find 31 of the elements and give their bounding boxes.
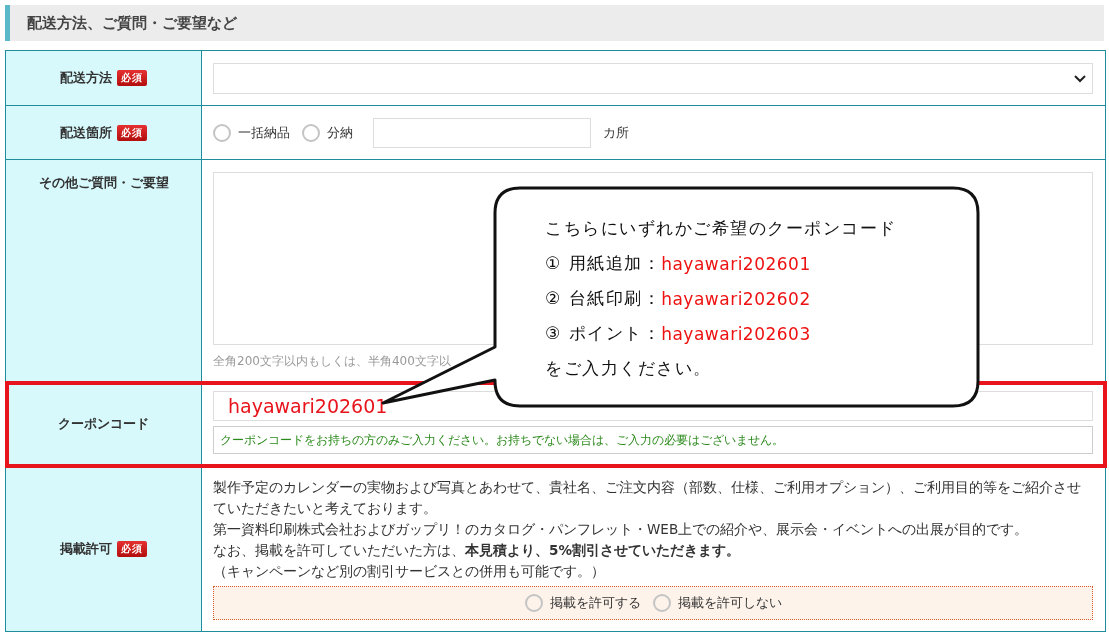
radio-button[interactable]: 分納 (302, 124, 353, 142)
field-label: 配送箇所 (60, 123, 112, 142)
coupon-type-label: ② 台紙印刷： (545, 287, 662, 310)
coupon-code: hayawari202601 (661, 253, 811, 274)
chevron-icon (1074, 74, 1086, 83)
required-badge: 必須 (117, 124, 147, 141)
required-badge: 必須 (117, 70, 147, 86)
hint-text: 全角200文字以内もしくは、半角400文字以 (213, 353, 451, 370)
coupon-note: クーポンコードをお持ちの方のみご入力ください。お持ちでない場合は、ご入力の必要はございません。 (213, 426, 1093, 454)
description-text: 製作予定のカレンダーの実物および写真とあわせて、貴社名、ご注文内容（部数、仕様、ご利用オプション）、ご利用目的等をご紹介させていただきたいと考えております。 (213, 478, 1082, 518)
count-input[interactable] (373, 118, 591, 148)
unit-label: カ所 (603, 124, 629, 142)
radio-button[interactable]: 一括納品 (213, 124, 290, 142)
radio-button[interactable]: 掲載を許可しない (652, 594, 782, 612)
description-text: （キャンペーンなど別の割引サービスとの併用も可能です。） (213, 562, 606, 581)
field-label: 掲載許可 (60, 540, 112, 558)
field-label: その他ご質問・ご要望 (38, 174, 169, 192)
coupon-type-label: ③ ポイント： (545, 322, 662, 345)
coupon-type-label: ① 用紙追加： (545, 252, 662, 275)
field-label: クーポンコード (58, 415, 149, 433)
required-badge: 必須 (117, 541, 147, 557)
section-header: 配送方法、ご質問・ご要望など (5, 5, 1104, 41)
coupon-code: hayawari202602 (661, 288, 811, 309)
description-text: 第一資料印刷株式会社およびガップリ！のカタログ・パンフレット・WEB上での紹介や、展示会・イベントへの出展が目的です。 (213, 520, 1030, 539)
coupon-code: hayawari202603 (661, 323, 811, 344)
callout-heading: こちらにいずれかご希望のクーポンコード (545, 217, 897, 240)
dropdown[interactable] (213, 63, 1093, 94)
description-text: なお、掲載を許可していただいた方は、本見積より、5%割引させていただきます。 (213, 541, 741, 560)
callout-footer: をご入力ください。 (545, 357, 712, 380)
field-label: 配送方法 (60, 69, 112, 87)
radio-button[interactable]: 掲載を許可する (524, 594, 641, 612)
